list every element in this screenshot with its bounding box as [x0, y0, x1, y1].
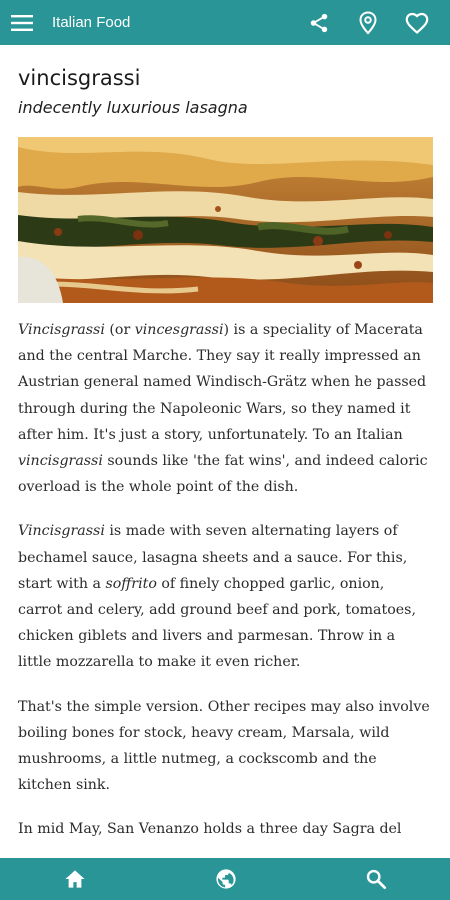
- article-title: vincisgrassi: [18, 66, 141, 90]
- emphasis: Vincisgrassi: [18, 523, 105, 540]
- emphasis: vincisgrassi: [18, 453, 103, 470]
- search-button[interactable]: [364, 867, 388, 891]
- heart-icon: [405, 12, 429, 34]
- globe-icon: [216, 869, 236, 889]
- bottom-navigation: [0, 858, 450, 900]
- menu-button[interactable]: [10, 11, 34, 35]
- article-subtitle: indecently luxurious lasagna: [18, 98, 248, 117]
- article-paragraph: In mid May, San Venanzo holds a three da…: [18, 821, 402, 838]
- article-body: Vincisgrassi (or vincesgrassi) is a spec…: [18, 317, 432, 858]
- share-icon: [310, 13, 328, 33]
- lasagna-image: [18, 137, 433, 303]
- emphasis: vincesgrassi: [134, 322, 224, 338]
- paragraph-text: (or: [104, 322, 135, 338]
- explore-button[interactable]: [214, 867, 238, 891]
- home-button[interactable]: [63, 867, 87, 891]
- favorite-button[interactable]: [404, 10, 430, 36]
- search-icon: [366, 869, 387, 890]
- home-icon: [65, 870, 85, 888]
- app-bar: Italian Food: [0, 0, 450, 45]
- article-paragraph: Vincisgrassi (or vincesgrassi) is a spec…: [18, 317, 432, 500]
- location-button[interactable]: [355, 10, 381, 36]
- lasagna-photo: [18, 137, 433, 303]
- emphasis: Vincisgrassi: [18, 322, 105, 338]
- article-content[interactable]: vincisgrassi indecently luxurious lasagn…: [0, 45, 450, 858]
- paragraph-text: ) is a speciality of Macerata and the ce…: [18, 322, 427, 443]
- location-icon: [359, 11, 377, 35]
- menu-icon: [11, 15, 33, 31]
- app-title: Italian Food: [52, 14, 131, 31]
- share-button[interactable]: [306, 10, 332, 36]
- article-paragraph: That's the simple version. Other recipes…: [18, 698, 430, 794]
- emphasis: soffrito: [105, 575, 157, 592]
- article-paragraph: Vincisgrassi is made with seven alternat…: [18, 518, 432, 675]
